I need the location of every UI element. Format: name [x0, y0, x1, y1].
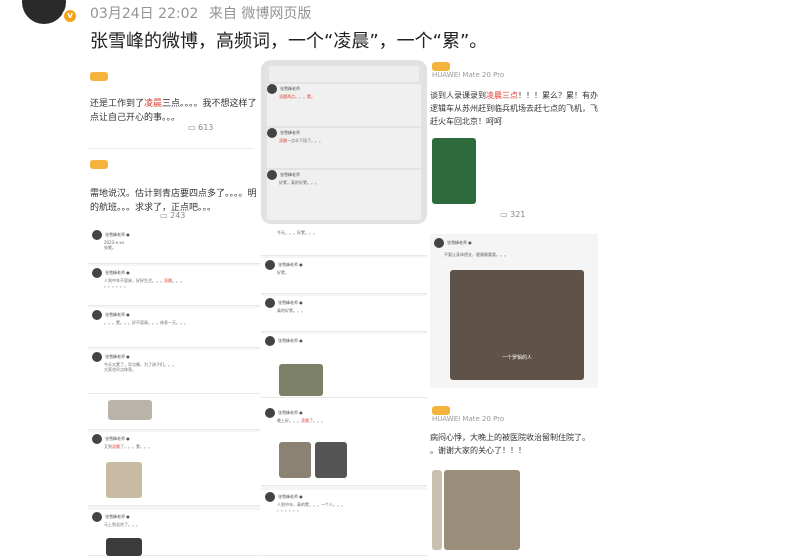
post-image[interactable] — [106, 538, 142, 556]
post-title: 张雪峰的微博，高频词，一个“凌晨”，一个“累”。 — [90, 31, 488, 52]
device-label: HUAWEI Mate 20 Pro — [430, 62, 600, 79]
post-header — [88, 152, 256, 173]
screenshot-gray-panel[interactable]: 张雪峰老师 凌晨两点。。。累。 张雪峰老师 凌晨一点半下班了。。。 张雪峰老师 … — [261, 60, 427, 224]
post-image[interactable] — [108, 400, 152, 420]
comment-icon: ▭ — [160, 211, 168, 220]
list-item[interactable]: 张雪峰老师 ● — [261, 334, 427, 398]
vip-icon — [432, 406, 450, 415]
post-body: 病闷心悸，大晚上的被医院收治留制住院了。 。谢谢大家的关心了！！！ — [430, 433, 590, 455]
comment-count[interactable]: ▭ 613 — [188, 123, 213, 132]
post-image[interactable] — [315, 442, 347, 478]
screenshot-post-1[interactable]: 还是工作到了凌晨三点。。。。我不想这样了。 点让自己开心的事。。。 ▭ 613 — [88, 60, 256, 148]
post-date[interactable]: 03月24日 22:02 — [90, 6, 198, 22]
screenshot-post-4[interactable]: HUAWEI Mate 20 Pro 病闷心悸，大晚上的被医院收治留制住院了。 … — [430, 406, 600, 556]
list-item[interactable] — [88, 398, 260, 430]
comment-count[interactable]: ▭ 243 — [160, 211, 185, 220]
screenshot-list-2[interactable]: 张雪峰老师 ● 又到凌晨了。。。累。。。 张雪峰老师 ● 马上到北京了。。。 — [88, 398, 260, 556]
device-label: HUAWEI Mate 20 Pro — [430, 406, 600, 423]
post-body: 还是工作到了凌晨三点。。。。我不想这样了。 点让自己开心的事。。。 — [90, 99, 256, 123]
post-image[interactable] — [444, 470, 520, 550]
comment-count[interactable]: ▭ 321 — [500, 210, 525, 219]
screenshot-post-2[interactable]: 需地说汉。估计到青店要四点多了。。。。明天 的航班。。。求求了，正点吧。。。 ▭… — [88, 152, 256, 224]
divider — [88, 148, 254, 149]
post-image[interactable] — [432, 470, 442, 550]
verified-badge-icon: v — [62, 8, 78, 24]
screenshot-list-1[interactable]: 张雪峰老师 ● 2023-x-xx 失眠。 张雪峰老师 ● 人到中年不容易，好好… — [88, 228, 260, 394]
list-item[interactable]: 今天。。。好累。。。 — [261, 228, 427, 256]
list-item[interactable]: 张雪峰老师 ● 人到中年不容易，好好生活。。。凌晨。。。 。。。。。。 — [88, 266, 260, 306]
list-item[interactable]: 张雪峰老师 ● 今天太累了，早点睡，为了孩子们。。。 大家也早点休息。 — [88, 350, 260, 394]
list-item[interactable]: 张雪峰老师 ● 好累。 — [261, 258, 427, 294]
list-item[interactable]: 张雪峰老师 ● 。。。累。。。好不容易。。。休息一天。。。 — [88, 308, 260, 348]
post-image[interactable] — [279, 364, 323, 396]
comment-icon: ▭ — [500, 210, 508, 219]
post-image[interactable] — [279, 442, 311, 478]
post-image[interactable] — [432, 138, 476, 204]
screenshot-list-4[interactable]: 张雪峰老师 ● 晚上好。。。凌晨了。。。 张雪峰老师 ● 人到中年，真的累。。。… — [261, 406, 427, 556]
post-meta: 03月24日 22:02 来自 微博网页版 — [90, 3, 317, 23]
list-item[interactable]: 张雪峰老师 ● 真的好累。。。 — [261, 296, 427, 332]
list-item[interactable]: 张雪峰老师 ● 人到中年，真的累。。。一个人。。。 。。。。。。 — [261, 490, 427, 556]
list-item[interactable]: 张雪峰老师 ● 又到凌晨了。。。累。。。 — [88, 432, 260, 506]
vip-icon — [90, 160, 108, 169]
list-item[interactable]: 张雪峰老师 ● 马上到北京了。。。 — [88, 510, 260, 556]
vip-icon — [432, 62, 450, 71]
comment-icon: ▭ — [188, 123, 196, 132]
list-item[interactable]: 张雪峰老师 ● 晚上好。。。凌晨了。。。 — [261, 406, 427, 486]
video-caption: 一个罗辑的人 — [502, 355, 533, 361]
video-thumbnail[interactable]: 一个罗辑的人 — [450, 270, 584, 380]
screenshot-post-3[interactable]: HUAWEI Mate 20 Pro 谈到人录课录到凌晨三点！！！累么？累！有办… — [430, 62, 600, 224]
vip-icon — [90, 72, 108, 81]
post-body: 需地说汉。估计到青店要四点多了。。。。明天 的航班。。。求求了，正点吧。。。 — [90, 189, 256, 213]
post-header — [88, 60, 256, 85]
list-item[interactable]: 张雪峰老师 ● 2023-x-xx 失眠。 — [88, 228, 260, 264]
post-image[interactable] — [106, 462, 142, 498]
screenshot-list-3[interactable]: 今天。。。好累。。。 张雪峰老师 ● 好累。 张雪峰老师 ● 真的好累。。。 张… — [261, 228, 427, 398]
avatar[interactable] — [22, 0, 66, 24]
screenshot-video-post[interactable]: 张雪峰老师 ● 不要让身体透支，健康最重要。。。 一个罗辑的人 — [430, 234, 598, 388]
post-body: 谈到人录课录到凌晨三点！！！累么？累！有办 逻辑车从苏州赶到临兵机场去赶七点的飞… — [430, 91, 598, 126]
post-source: 来自 微博网页版 — [208, 6, 312, 22]
